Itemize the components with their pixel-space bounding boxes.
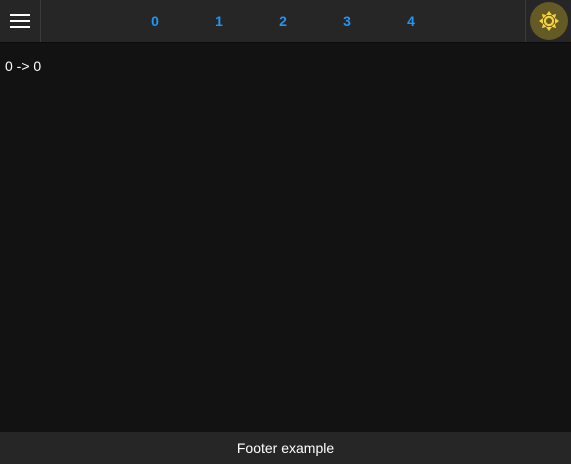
route-text: 0 -> 0 — [5, 58, 42, 74]
tab-2[interactable]: 2 — [251, 0, 315, 42]
footer-text: Footer example — [236, 440, 335, 456]
tab-bar: 0 1 2 3 4 — [123, 0, 443, 42]
tab-0[interactable]: 0 — [123, 0, 187, 42]
top-app-bar: 0 1 2 3 4 — [0, 0, 571, 43]
tab-4[interactable]: 4 — [379, 0, 443, 42]
menu-button[interactable] — [0, 0, 41, 42]
sun-icon — [538, 11, 559, 31]
hamburger-menu-icon — [10, 14, 30, 28]
tab-1[interactable]: 1 — [187, 0, 251, 42]
theme-toggle-area — [525, 0, 571, 42]
tab-3[interactable]: 3 — [315, 0, 379, 42]
theme-toggle-button[interactable] — [529, 2, 568, 40]
footer: Footer example — [0, 432, 571, 464]
app-window: 0 1 2 3 4 0 -> 0 Footer example — [0, 0, 571, 464]
